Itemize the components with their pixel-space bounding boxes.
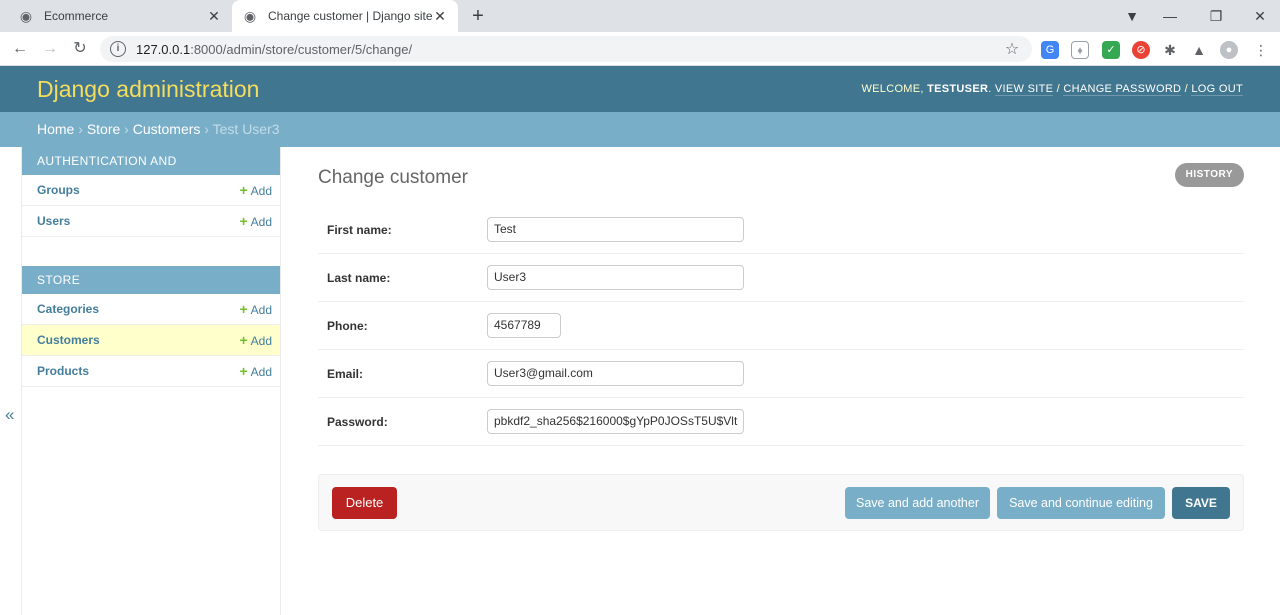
phone-label: Phone:	[327, 318, 368, 333]
sidebar-item-products: Products + Add	[22, 356, 280, 387]
module-caption[interactable]: STORE	[22, 266, 280, 294]
breadcrumb-home[interactable]: Home	[37, 121, 74, 137]
form-row-password: Password: pbkdf2_sha256$216000$gYpP0JOSs…	[318, 398, 1244, 446]
globe-icon: ◉	[19, 8, 33, 24]
reload-icon[interactable]: ↻	[68, 37, 92, 61]
password-input[interactable]: pbkdf2_sha256$216000$gYpP0JOSsT5U$Vlt	[487, 409, 744, 434]
plus-icon: +	[239, 332, 248, 348]
breadcrumb-current: Test User3	[212, 121, 280, 137]
plus-icon: +	[239, 301, 248, 317]
history-button[interactable]: HISTORY	[1174, 163, 1244, 187]
email-input[interactable]: User3@gmail.com	[487, 361, 744, 386]
browser-tab-bar: ◉ Ecommerce ✕ ◉ Change customer | Django…	[0, 0, 1280, 32]
plus-icon: +	[239, 363, 248, 379]
password-label: Password:	[327, 414, 388, 429]
close-tab-icon[interactable]: ✕	[432, 8, 448, 25]
add-link[interactable]: + Add	[239, 332, 272, 348]
sidebar-item-categories: Categories + Add	[22, 294, 280, 325]
back-icon[interactable]: ←	[8, 37, 32, 61]
menu-kebab-icon[interactable]: ⋮	[1252, 41, 1270, 59]
labs-flask-icon[interactable]: ▲	[1190, 41, 1208, 59]
save-and-continue-button[interactable]: Save and continue editing	[997, 487, 1165, 519]
sidebar-item-users: Users + Add	[22, 206, 280, 237]
model-link[interactable]: Groups	[37, 183, 239, 197]
form-row-last-name: Last name: User3	[318, 254, 1244, 302]
new-tab-icon[interactable]: +	[466, 4, 490, 28]
save-and-add-another-button[interactable]: Save and add another	[845, 487, 990, 519]
add-link[interactable]: + Add	[239, 182, 272, 198]
browser-tab-change-customer[interactable]: ◉ Change customer | Django site admin ✕	[232, 0, 458, 32]
extensions-puzzle-icon[interactable]: ✱	[1161, 41, 1179, 59]
plus-icon: +	[239, 213, 248, 229]
module-caption[interactable]: AUTHENTICATION AND AUTHORIZATION	[22, 147, 280, 196]
tab-title: Ecommerce	[44, 9, 109, 23]
site-info-icon[interactable]: i	[110, 41, 126, 57]
module-store: STORE Categories + Add Customers + Add Pro…	[22, 266, 280, 387]
url-text: 127.0.0.1:8000/admin/store/customer/5/ch…	[136, 41, 413, 57]
email-label: Email:	[327, 366, 364, 381]
adblock-extension-icon[interactable]: ✓	[1102, 41, 1120, 59]
page-title: Change customer	[318, 167, 468, 188]
translate-extension-icon[interactable]: G	[1041, 41, 1059, 59]
close-window-icon[interactable]: ✕	[1242, 0, 1278, 32]
shield-extension-icon[interactable]: ♦	[1071, 41, 1089, 59]
toggle-nav-sidebar[interactable]: «	[0, 147, 22, 615]
site-branding[interactable]: Django administration	[37, 76, 259, 103]
form-row-phone: Phone: 4567789	[318, 302, 1244, 350]
first-name-input[interactable]: Test	[487, 217, 744, 242]
restore-icon[interactable]: ❐	[1198, 0, 1234, 32]
profile-avatar-icon[interactable]: ●	[1220, 41, 1238, 59]
customer-form: First name: Test Last name: User3 Phone:…	[318, 206, 1244, 446]
user-tools: WELCOME, TESTUSER. VIEW SITE / CHANGE PA…	[861, 83, 1243, 96]
profile-dropdown-icon[interactable]: ▼	[1114, 0, 1150, 32]
browser-toolbar: ← → ↻ i 127.0.0.1:8000/admin/store/custo…	[0, 32, 1280, 66]
first-name-label: First name:	[327, 222, 392, 237]
django-header: Django administration WELCOME, TESTUSER.…	[0, 66, 1280, 112]
add-link[interactable]: + Add	[239, 363, 272, 379]
last-name-input[interactable]: User3	[487, 265, 744, 290]
breadcrumb: Home › Store › Customers › Test User3	[0, 112, 1280, 147]
nav-sidebar: AUTHENTICATION AND AUTHORIZATION Groups …	[22, 147, 281, 615]
red-extension-icon[interactable]: ⊘	[1132, 41, 1150, 59]
tab-title: Change customer | Django site admin	[268, 9, 432, 23]
add-link[interactable]: + Add	[239, 301, 272, 317]
close-tab-icon[interactable]: ✕	[206, 8, 222, 25]
log-out-link[interactable]: LOG OUT	[1191, 83, 1243, 96]
breadcrumb-store[interactable]: Store	[87, 121, 120, 137]
sidebar-item-customers: Customers + Add	[22, 325, 280, 356]
username: TESTUSER	[927, 83, 989, 95]
last-name-label: Last name:	[327, 270, 391, 285]
save-button[interactable]: SAVE	[1172, 487, 1230, 519]
add-link[interactable]: + Add	[239, 213, 272, 229]
model-link[interactable]: Products	[37, 364, 239, 378]
model-link[interactable]: Customers	[37, 333, 239, 347]
model-link[interactable]: Categories	[37, 302, 239, 316]
forward-icon[interactable]: →	[38, 37, 62, 61]
address-bar[interactable]: i 127.0.0.1:8000/admin/store/customer/5/…	[100, 36, 1032, 62]
change-password-link[interactable]: CHANGE PASSWORD	[1063, 83, 1182, 96]
browser-tab-ecommerce[interactable]: ◉ Ecommerce ✕	[8, 0, 232, 32]
minimize-icon[interactable]: —	[1152, 0, 1188, 32]
delete-button[interactable]: Delete	[332, 487, 397, 519]
submit-row: Delete Save and add another Save and con…	[318, 474, 1244, 531]
welcome-text: WELCOME,	[861, 83, 928, 95]
view-site-link[interactable]: VIEW SITE	[994, 83, 1054, 96]
breadcrumb-customers[interactable]: Customers	[133, 121, 201, 137]
collapse-arrow-icon[interactable]: «	[5, 405, 14, 425]
model-link[interactable]: Users	[37, 214, 239, 228]
bookmark-star-icon[interactable]: ☆	[1000, 39, 1024, 59]
phone-input[interactable]: 4567789	[487, 313, 561, 338]
globe-icon: ◉	[243, 8, 257, 24]
form-row-email: Email: User3@gmail.com	[318, 350, 1244, 398]
plus-icon: +	[239, 182, 248, 198]
form-row-first-name: First name: Test	[318, 206, 1244, 254]
module-auth: AUTHENTICATION AND AUTHORIZATION Groups …	[22, 147, 280, 237]
